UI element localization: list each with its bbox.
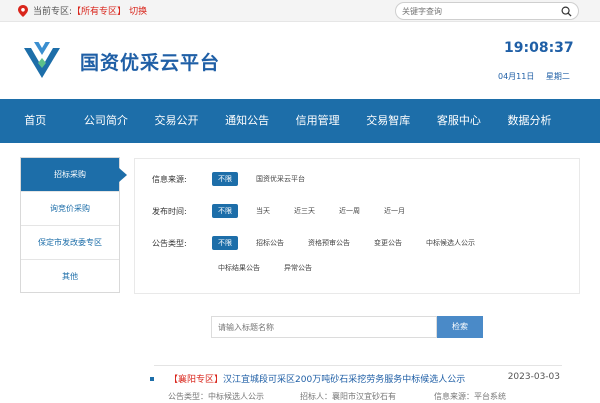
list-item[interactable]: 【襄阳专区】汉江宜城段可采区200万吨砂石采挖劳务服务中标候选人公示 2023-… <box>150 372 560 386</box>
nav-service-center[interactable]: 客服中心 <box>424 99 495 143</box>
filter-type-label: 公告类型: <box>152 238 187 248</box>
filter-source-platform[interactable]: 国资优采云平台 <box>250 172 311 186</box>
result-title: 汉江宜城段可采区200万吨砂石采挖劳务服务中标候选人公示 <box>223 375 466 385</box>
top-search-input[interactable] <box>402 5 552 17</box>
nav-transactions[interactable]: 交易公开 <box>141 99 212 143</box>
location-label: 当前专区: <box>33 7 73 17</box>
nav-company-intro[interactable]: 公司简介 <box>71 99 142 143</box>
filter-source-row: 信息来源: 不限 国资优采云平台 <box>152 172 323 186</box>
filter-source-any[interactable]: 不限 <box>212 172 238 186</box>
top-bar: 当前专区: 【所有专区】 切换 <box>0 0 600 22</box>
nav-notices[interactable]: 通知公告 <box>212 99 283 143</box>
sidebar-item-baoding[interactable]: 保定市发改委专区 <box>21 226 119 260</box>
search-icon[interactable] <box>561 6 572 17</box>
filter-type-row: 公告类型: 不限 招标公告 资格预审公告 变更公告 中标候选人公示 <box>152 236 493 250</box>
date: 04月11日 <box>498 72 535 81</box>
result-title-link[interactable]: 【襄阳专区】汉江宜城段可采区200万吨砂石采挖劳务服务中标候选人公示 <box>169 372 465 385</box>
filter-time-month[interactable]: 近一月 <box>378 204 411 218</box>
top-search-box <box>395 2 579 20</box>
title-search: 检索 <box>211 316 483 338</box>
search-button[interactable]: 检索 <box>437 316 483 338</box>
result-date: 2023-03-03 <box>507 372 560 382</box>
filter-time-today[interactable]: 当天 <box>250 204 276 218</box>
bullet-icon <box>150 377 154 381</box>
switch-zone-link[interactable]: 切换 <box>129 4 147 17</box>
location-pin-icon <box>18 4 28 17</box>
filter-type-result[interactable]: 中标结果公告 <box>212 261 266 275</box>
nav-think-tank[interactable]: 交易智库 <box>353 99 424 143</box>
platform-name: 国资优采云平台 <box>80 52 221 74</box>
location-bar: 当前专区: 【所有专区】 切换 <box>18 4 147 17</box>
result-zone-tag: 【襄阳专区】 <box>169 375 224 385</box>
filter-type-row-2: 中标结果公告 异常公告 <box>212 261 330 275</box>
filter-time-any[interactable]: 不限 <box>212 204 238 218</box>
nav-credit[interactable]: 信用管理 <box>282 99 353 143</box>
platform-logo[interactable] <box>20 38 64 82</box>
filter-type-candidate[interactable]: 中标候选人公示 <box>420 236 481 250</box>
divider <box>154 365 562 366</box>
current-zone: 【所有专区】 <box>72 7 127 17</box>
result-meta: 公告类型：中标候选人公示 招标人：襄阳市汉宜砂石有 信息来源：平台系统 <box>168 391 568 403</box>
result-meta-source: 信息来源：平台系统 <box>434 392 506 401</box>
sidebar-item-bidding[interactable]: 询竞价采购 <box>21 192 119 226</box>
filter-panel: 信息来源: 不限 国资优采云平台 发布时间: 不限 当天 近三天 近一周 近一月… <box>134 158 580 294</box>
filter-type-tender[interactable]: 招标公告 <box>250 236 290 250</box>
title-search-input[interactable] <box>211 316 437 338</box>
header: 国资优采云平台 19:08:37 04月11日 星期二 <box>0 22 600 99</box>
nav-data-analysis[interactable]: 数据分析 <box>494 99 565 143</box>
result-meta-type: 公告类型：中标候选人公示 <box>168 392 264 401</box>
clock: 19:08:37 <box>504 40 574 56</box>
filter-time-3days[interactable]: 近三天 <box>288 204 321 218</box>
filter-type-prequal[interactable]: 资格预审公告 <box>302 236 356 250</box>
filter-source-label: 信息来源: <box>152 174 187 184</box>
filter-type-change[interactable]: 变更公告 <box>368 236 408 250</box>
weekday: 星期二 <box>545 72 570 81</box>
filter-time-label: 发布时间: <box>152 206 187 216</box>
sidebar-item-tender[interactable]: 招标采购 <box>21 158 127 192</box>
filter-type-any[interactable]: 不限 <box>212 236 238 250</box>
nav-home[interactable]: 首页 <box>0 99 71 143</box>
sidebar: 招标采购 询竞价采购 保定市发改委专区 其他 <box>20 157 127 294</box>
main-nav: 首页 公司简介 交易公开 通知公告 信用管理 交易智库 客服中心 数据分析 <box>0 99 600 143</box>
date-display: 04月11日 星期二 <box>498 71 579 82</box>
filter-type-exception[interactable]: 异常公告 <box>278 261 318 275</box>
filter-time-row: 发布时间: 不限 当天 近三天 近一周 近一月 <box>152 204 423 218</box>
result-meta-agent: 招标人：襄阳市汉宜砂石有 <box>300 392 396 401</box>
sidebar-item-other[interactable]: 其他 <box>21 260 119 294</box>
filter-time-week[interactable]: 近一周 <box>333 204 366 218</box>
